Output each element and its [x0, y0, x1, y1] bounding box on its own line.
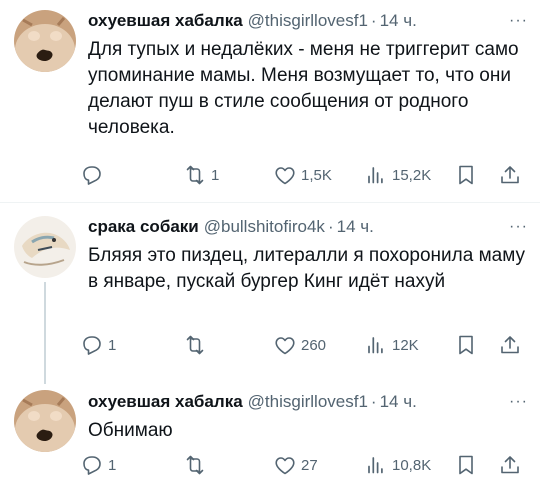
tweet-text: Для тупых и недалёких - меня не триггери…: [88, 39, 519, 138]
views-count: 15,2K: [392, 166, 432, 184]
tweet-header: охуевшая хабалка @thisgirllovesf1 · 14 ч…: [88, 9, 528, 33]
action-bar: 1 27 10,8K: [80, 451, 532, 479]
retweet-icon: [183, 333, 207, 357]
reply-button[interactable]: 1: [80, 451, 116, 479]
avatar[interactable]: [14, 390, 76, 452]
avatar-image: [14, 390, 76, 452]
share-icon: [498, 333, 522, 357]
bookmark-button[interactable]: [454, 451, 478, 479]
reply-button[interactable]: [80, 161, 108, 189]
bookmark-button[interactable]: [454, 331, 478, 359]
like-icon: [273, 453, 297, 477]
reply-count: 1: [108, 336, 117, 354]
author-name[interactable]: охуевшая хабалка: [88, 392, 243, 412]
retweet-button[interactable]: 1: [183, 161, 219, 189]
share-button[interactable]: [498, 451, 522, 479]
tweet[interactable]: срака собаки @bullshitofiro4k · 14 ч. ··…: [0, 203, 540, 384]
thread-line: [44, 282, 46, 384]
reply-icon: [80, 163, 104, 187]
tweet[interactable]: охуевшая хабалка @thisgirllovesf1 · 14 ч…: [0, 0, 540, 202]
views-count: 10,8K: [392, 456, 432, 474]
views-button[interactable]: 15,2K: [364, 161, 431, 189]
retweet-count: 1: [211, 166, 220, 184]
retweet-button[interactable]: [183, 451, 211, 479]
share-icon: [498, 453, 522, 477]
author-handle[interactable]: @thisgirllovesf1: [248, 11, 368, 31]
avatar-image: [14, 10, 76, 72]
more-options-icon[interactable]: ···: [509, 9, 528, 33]
action-bar: 1 1,5K 15,2K: [80, 161, 532, 189]
share-button[interactable]: [498, 331, 522, 359]
like-icon: [273, 163, 297, 187]
action-bar: 1 260 12K: [80, 331, 532, 359]
like-count: 1,5K: [301, 166, 332, 184]
retweet-icon: [183, 163, 207, 187]
reply-count: 1: [108, 456, 117, 474]
author-handle[interactable]: @thisgirllovesf1: [248, 392, 368, 412]
author-name[interactable]: срака собаки: [88, 217, 199, 237]
separator-dot: ·: [327, 217, 334, 236]
more-options-icon[interactable]: ···: [509, 215, 528, 239]
tweet[interactable]: охуевшая хабалка @thisgirllovesf1 · 14 ч…: [0, 376, 540, 500]
like-count: 260: [301, 336, 327, 354]
views-icon: [364, 163, 388, 187]
tweet-text: Обнимаю: [88, 420, 173, 441]
bookmark-icon: [454, 453, 478, 477]
bookmark-icon: [454, 163, 478, 187]
reply-icon: [80, 453, 104, 477]
timestamp[interactable]: 14 ч.: [380, 11, 417, 31]
like-button[interactable]: 1,5K: [273, 161, 332, 189]
avatar-image: [14, 216, 76, 278]
retweet-icon: [183, 453, 207, 477]
like-icon: [273, 333, 297, 357]
tweet-text: Бляяя это пиздец, литералли я похоронила…: [88, 245, 525, 292]
reply-button[interactable]: 1: [80, 331, 116, 359]
views-icon: [364, 453, 388, 477]
views-button[interactable]: 12K: [364, 331, 419, 359]
more-options-icon[interactable]: ···: [509, 390, 528, 414]
reply-icon: [80, 333, 104, 357]
like-button[interactable]: 260: [273, 331, 326, 359]
retweet-button[interactable]: [183, 331, 211, 359]
like-count: 27: [301, 456, 318, 474]
timestamp[interactable]: 14 ч.: [337, 217, 374, 237]
views-count: 12K: [392, 336, 419, 354]
bookmark-button[interactable]: [454, 161, 478, 189]
bookmark-icon: [454, 333, 478, 357]
share-icon: [498, 163, 522, 187]
views-button[interactable]: 10,8K: [364, 451, 431, 479]
separator-dot: ·: [370, 392, 377, 411]
avatar[interactable]: [14, 216, 76, 278]
tweet-header: срака собаки @bullshitofiro4k · 14 ч.: [88, 215, 528, 239]
separator-dot: ·: [370, 11, 377, 30]
author-name[interactable]: охуевшая хабалка: [88, 11, 243, 31]
avatar[interactable]: [14, 10, 76, 72]
like-button[interactable]: 27: [273, 451, 318, 479]
tweet-header: охуевшая хабалка @thisgirllovesf1 · 14 ч…: [88, 390, 528, 414]
views-icon: [364, 333, 388, 357]
timestamp[interactable]: 14 ч.: [380, 392, 417, 412]
author-handle[interactable]: @bullshitofiro4k: [204, 217, 325, 237]
share-button[interactable]: [498, 161, 522, 189]
